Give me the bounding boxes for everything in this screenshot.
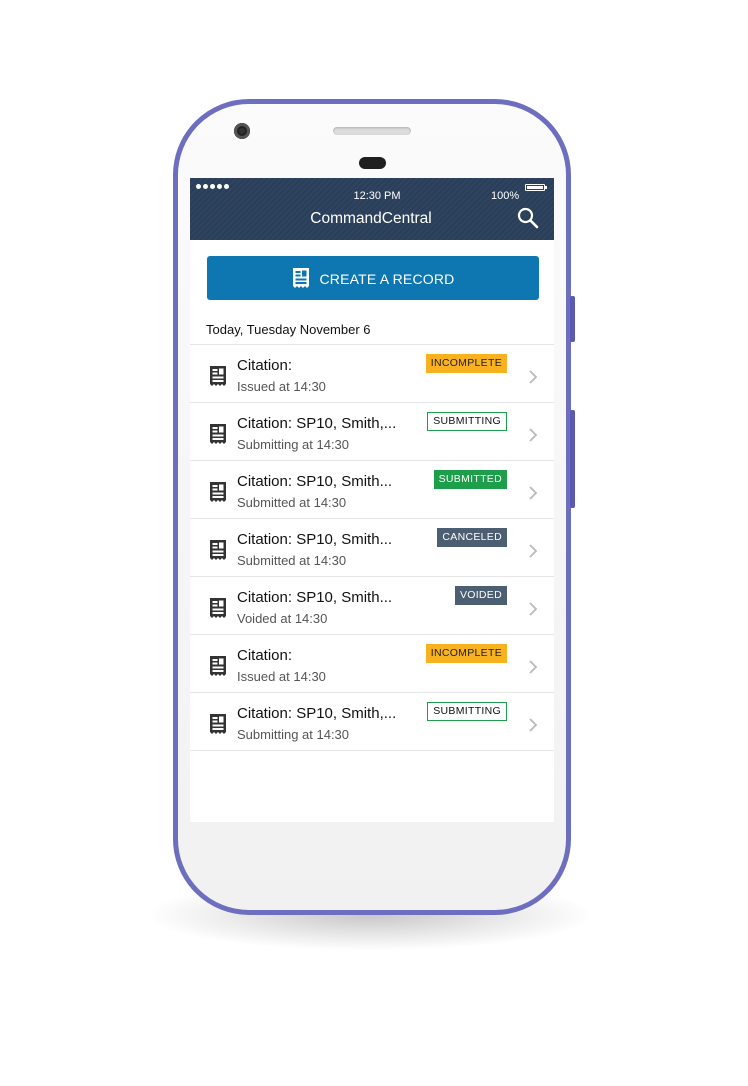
record-row[interactable]: Citation: SP10, Smith,... Submitting at 1… bbox=[190, 402, 554, 460]
status-badge: VOIDED bbox=[454, 586, 507, 605]
volume-button bbox=[570, 296, 575, 342]
create-record-button[interactable]: CREATE A RECORD bbox=[207, 256, 539, 300]
record-title: Citation: bbox=[237, 357, 293, 374]
record-row[interactable]: Citation: Issued at 14:30 INCOMPLETE bbox=[190, 634, 554, 692]
citation-document-icon bbox=[209, 481, 227, 508]
records-list: Citation: Issued at 14:30 INCOMPLETE Citati… bbox=[190, 344, 554, 751]
empty-area bbox=[190, 754, 554, 822]
status-badge: INCOMPLETE bbox=[425, 644, 507, 663]
app-header: 12:30 PM 100% CommandCentral bbox=[190, 178, 554, 240]
chevron-right-icon bbox=[528, 601, 538, 622]
record-subtitle: Submitted at 14:30 bbox=[237, 495, 347, 510]
create-record-label: CREATE A RECORD bbox=[319, 271, 455, 287]
signal-strength-icon bbox=[196, 184, 229, 189]
chevron-right-icon bbox=[528, 659, 538, 680]
record-title: Citation: SP10, Smith,... bbox=[237, 415, 397, 432]
status-badge: SUBMITTING bbox=[427, 702, 507, 721]
search-icon bbox=[517, 207, 539, 229]
citation-document-icon bbox=[209, 597, 227, 624]
proximity-sensor bbox=[359, 157, 386, 169]
power-button bbox=[570, 410, 575, 508]
record-title: Citation: bbox=[237, 647, 293, 664]
citation-document-icon bbox=[209, 423, 227, 450]
citation-document-icon bbox=[209, 713, 227, 740]
status-badge: CANCELED bbox=[437, 528, 507, 547]
record-title: Citation: SP10, Smith... bbox=[237, 531, 393, 548]
citation-document-icon bbox=[209, 655, 227, 682]
record-title: Citation: SP10, Smith... bbox=[237, 473, 393, 490]
chevron-right-icon bbox=[528, 369, 538, 390]
app-title: CommandCentral bbox=[310, 210, 432, 227]
record-row[interactable]: Citation: SP10, Smith... Submitted at 14:… bbox=[190, 460, 554, 518]
citation-document-icon bbox=[209, 539, 227, 566]
chevron-right-icon bbox=[528, 543, 538, 564]
record-title: Citation: SP10, Smith,... bbox=[237, 705, 397, 722]
earpiece-speaker bbox=[333, 127, 411, 135]
battery-percent: 100% bbox=[491, 190, 520, 202]
record-title: Citation: SP10, Smith... bbox=[237, 589, 393, 606]
chevron-right-icon bbox=[528, 427, 538, 448]
record-subtitle: Issued at 14:30 bbox=[237, 379, 326, 394]
record-subtitle: Voided at 14:30 bbox=[237, 611, 328, 626]
chevron-right-icon bbox=[528, 717, 538, 738]
chevron-right-icon bbox=[528, 485, 538, 506]
status-badge: INCOMPLETE bbox=[425, 354, 507, 373]
app-screen: 12:30 PM 100% CommandCentral CREATE A RE… bbox=[190, 178, 554, 822]
front-camera bbox=[234, 123, 250, 139]
record-subtitle: Submitted at 14:30 bbox=[237, 553, 347, 568]
record-subtitle: Submitting at 14:30 bbox=[237, 727, 350, 742]
record-subtitle: Submitting at 14:30 bbox=[237, 437, 350, 452]
status-badge: SUBMITTED bbox=[433, 470, 507, 489]
record-subtitle: Issued at 14:30 bbox=[237, 669, 326, 684]
status-badge: SUBMITTING bbox=[427, 412, 507, 431]
record-row[interactable]: Citation: SP10, Smith,... Submitting at 1… bbox=[190, 692, 554, 751]
record-row[interactable]: Citation: SP10, Smith... Submitted at 14:… bbox=[190, 518, 554, 576]
battery-icon bbox=[525, 184, 547, 191]
citation-document-icon bbox=[292, 267, 310, 289]
record-row[interactable]: Citation: Issued at 14:30 INCOMPLETE bbox=[190, 344, 554, 402]
date-heading: Today, Tuesday November 6 bbox=[206, 322, 371, 337]
search-button[interactable] bbox=[516, 206, 540, 230]
record-row[interactable]: Citation: SP10, Smith... Voided at 14:30 V… bbox=[190, 576, 554, 634]
citation-document-icon bbox=[209, 365, 227, 392]
